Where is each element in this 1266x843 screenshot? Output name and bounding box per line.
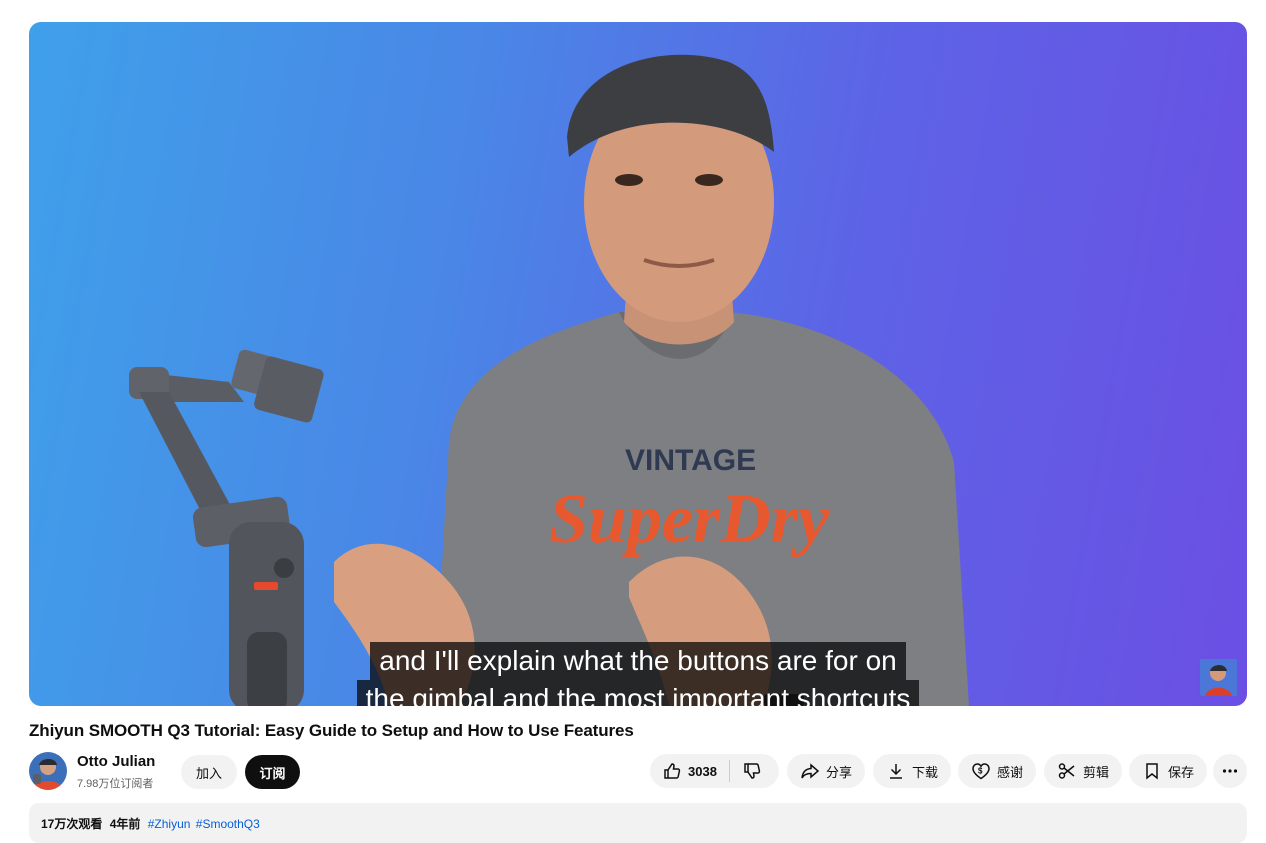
subscribe-button[interactable]: 订阅 — [245, 755, 300, 789]
bookmark-icon — [1142, 761, 1162, 781]
subtitles: and I'll explain what the buttons are fo… — [29, 642, 1247, 706]
video-frame: VINTAGE SuperDry — [129, 54, 969, 706]
view-count: 17万次观看 — [41, 817, 103, 831]
hashtag-link[interactable]: #Zhiyun — [148, 817, 191, 831]
save-label: 保存 — [1167, 764, 1194, 780]
share-button[interactable]: 分享 — [787, 754, 865, 788]
thumb-down-icon — [742, 761, 762, 781]
subtitle-line: the gimbal and the most important shortc… — [356, 680, 920, 706]
channel-watermark[interactable] — [1200, 659, 1237, 696]
hashtag-link[interactable]: #SmoothQ3 — [196, 817, 260, 831]
join-label: 加入 — [195, 765, 222, 781]
subscriber-count: 7.98万位订阅者 — [77, 778, 154, 790]
upload-age: 4年前 — [109, 817, 141, 831]
download-button[interactable]: 下载 — [873, 754, 951, 788]
svg-text:VINTAGE: VINTAGE — [625, 444, 756, 477]
thumb-up-icon — [662, 761, 682, 781]
description-box[interactable]: 17万次观看 4年前 #Zhiyun #SmoothQ3 — [29, 803, 1247, 843]
thanks-label: 感谢 — [996, 764, 1023, 780]
like-button[interactable]: 3038 — [650, 754, 729, 788]
avatar[interactable] — [29, 752, 67, 790]
more-actions-button[interactable] — [1213, 754, 1247, 788]
clip-label: 剪辑 — [1082, 764, 1109, 780]
save-button[interactable]: 保存 — [1129, 754, 1207, 788]
subscribe-label: 订阅 — [259, 765, 286, 781]
share-label: 分享 — [825, 764, 852, 780]
clip-button[interactable]: 剪辑 — [1044, 754, 1122, 788]
download-label: 下载 — [911, 764, 938, 780]
svg-text:SuperDry: SuperDry — [549, 481, 830, 558]
join-button[interactable]: 加入 — [181, 755, 237, 789]
video-title: Zhiyun SMOOTH Q3 Tutorial: Easy Guide to… — [29, 721, 634, 740]
download-icon — [886, 761, 906, 781]
like-dislike-group: 3038 — [650, 754, 779, 788]
channel-name[interactable]: Otto Julian — [77, 753, 155, 770]
presenter: VINTAGE SuperDry — [334, 54, 969, 706]
dislike-button[interactable] — [730, 754, 774, 788]
thanks-button[interactable]: $ 感谢 — [958, 754, 1036, 788]
scissors-icon — [1057, 761, 1077, 781]
share-icon — [800, 761, 820, 781]
subtitle-line: and I'll explain what the buttons are fo… — [370, 642, 906, 680]
video-player[interactable]: VINTAGE SuperDry and I'll explain what t… — [29, 22, 1247, 706]
thanks-icon: $ — [971, 761, 991, 781]
svg-text:$: $ — [978, 767, 983, 776]
more-icon — [1221, 762, 1239, 780]
like-count: 3038 — [688, 763, 717, 779]
description-meta: 17万次观看 4年前 #Zhiyun #SmoothQ3 — [41, 815, 260, 832]
